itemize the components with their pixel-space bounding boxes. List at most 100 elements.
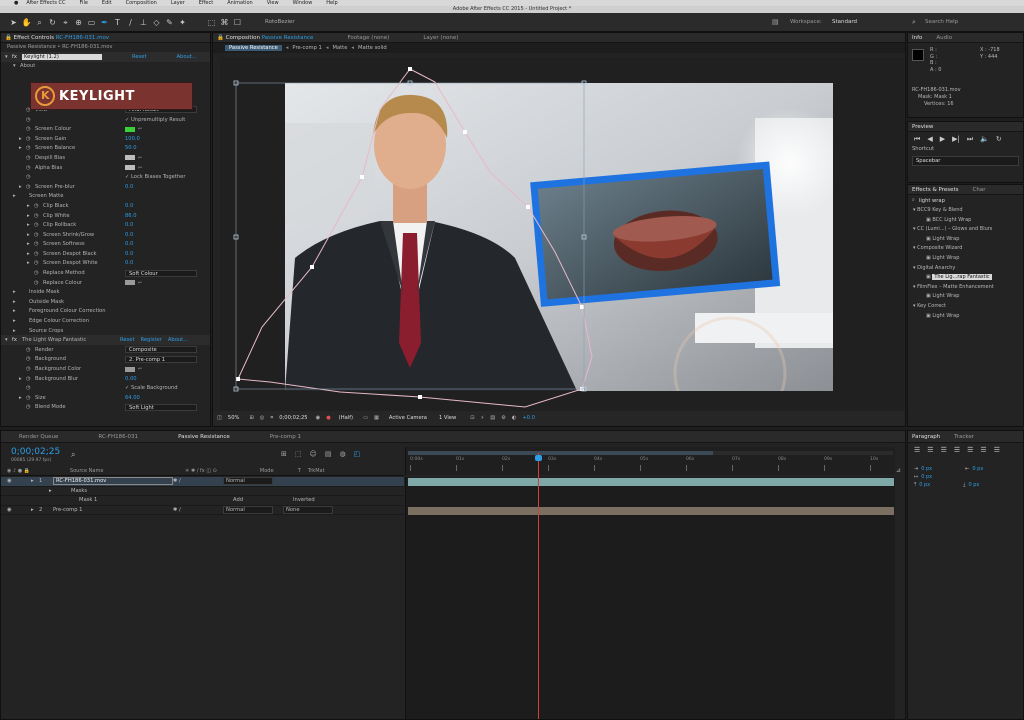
param-size[interactable]: ▸ ◷ Size 64.00 — [1, 393, 210, 403]
stopwatch-icon[interactable]: ◷ — [34, 213, 43, 219]
frame-blending-icon[interactable]: ▤ — [325, 450, 332, 458]
lightwrap-about-link[interactable]: About... — [168, 337, 188, 343]
disclosure-triangle-icon[interactable]: ▸ — [19, 395, 26, 401]
param-replace-colour[interactable]: ◷ Replace Colour ⌐ — [1, 278, 210, 288]
disclosure-triangle-icon[interactable]: ▸ — [27, 241, 34, 247]
header-t[interactable]: T — [298, 468, 308, 474]
lightwrap-register-link[interactable]: Register — [141, 337, 162, 343]
param-value[interactable]: 0.0 — [125, 222, 133, 228]
layer-bar-2[interactable] — [408, 507, 894, 515]
param-dropdown[interactable]: 2. Pre-comp 1 — [125, 355, 197, 363]
header-mode[interactable]: Mode — [260, 468, 298, 474]
stopwatch-icon[interactable]: ◷ — [26, 404, 35, 410]
eraser-tool-icon[interactable]: ◇ — [151, 17, 162, 28]
effects-item[interactable]: ▣ BCC Light Wrap — [908, 216, 1023, 226]
disclosure-triangle-icon[interactable]: ▸ — [13, 308, 20, 314]
param-checkbox[interactable]: ✓ Lock Biases Together — [125, 174, 186, 180]
flowchart-icon[interactable]: ⚙ — [501, 415, 506, 421]
pan-behind-tool-icon[interactable]: ⊕ — [73, 17, 84, 28]
text-tool-icon[interactable]: T — [112, 17, 123, 28]
effects-search-input[interactable]: light wrap — [919, 198, 945, 204]
disclosure-triangle-icon[interactable]: ▸ — [19, 145, 26, 151]
stopwatch-icon[interactable]: ◷ — [34, 251, 43, 257]
layer-trkmat-select[interactable]: Inverted — [293, 497, 343, 503]
last-frame-icon[interactable]: ⏭ — [967, 135, 973, 144]
stopwatch-icon[interactable]: ◷ — [26, 117, 35, 123]
indent-left-value[interactable]: 0 px — [921, 465, 965, 473]
tab-preview[interactable]: Preview — [912, 124, 933, 130]
layer-row[interactable]: Mask 1 Add Inverted — [1, 496, 404, 506]
layer-name[interactable]: RC-FH186-031.mov — [53, 477, 173, 486]
roi-icon[interactable]: ▭ — [363, 415, 368, 421]
effects-item[interactable]: ▣ Light Wrap — [908, 312, 1023, 322]
disclosure-triangle-icon[interactable]: ▸ — [27, 203, 34, 209]
zoom-slider[interactable]: ⊿ — [896, 467, 905, 487]
param-dropdown[interactable]: Composite — [125, 346, 197, 354]
param-value[interactable]: 0.0 — [125, 203, 133, 209]
param-replace-method[interactable]: ◷ Replace Method Soft Colour — [1, 268, 210, 278]
draft-3d-icon[interactable]: ⬚ — [295, 450, 302, 458]
stopwatch-icon[interactable]: ◷ — [34, 280, 43, 286]
param-blend-mode[interactable]: ◷ Blend Mode Soft Light — [1, 403, 210, 413]
rotate-tool-icon[interactable]: ↻ — [47, 17, 58, 28]
space-after-value[interactable]: 0 px — [968, 481, 979, 489]
tab-footage[interactable]: Footage (none) — [347, 35, 389, 41]
stopwatch-icon[interactable]: ◷ — [26, 145, 35, 151]
param-screen-colour[interactable]: ◷ Screen Colour ⌐ — [1, 124, 210, 134]
mask-path-overlay[interactable] — [220, 57, 904, 411]
layer-row[interactable]: ◉ ▸ 2 Pre-comp 1 ✱ ∕ Normal None — [1, 506, 404, 516]
disclosure-triangle-icon[interactable]: ▸ — [27, 260, 34, 266]
effects-category[interactable]: ▾ Digital Anarchy — [908, 264, 1023, 274]
param-value[interactable]: 50.0 — [125, 145, 137, 151]
color-swatch[interactable] — [125, 366, 135, 372]
tab-precomp-1[interactable]: Pre-comp 1 — [270, 434, 301, 440]
justify-all-icon[interactable]: ☰ — [994, 446, 1000, 454]
justify-right-icon[interactable]: ☰ — [980, 446, 986, 454]
tab-tracker[interactable]: Tracker — [954, 434, 974, 440]
layer-row[interactable]: ▸ Masks — [1, 487, 404, 497]
param-screen-shrink-grow[interactable]: ▸ ◷ Screen Shrink/Grow 0.0 — [1, 230, 210, 240]
layer-switches-icon[interactable]: ✱ ∕ — [173, 507, 223, 513]
tab-info[interactable]: Info — [912, 35, 922, 41]
pixel-aspect-icon[interactable]: ⊡ — [470, 415, 474, 421]
tab-passive-resistance[interactable]: Passive Resistance — [178, 434, 230, 440]
transparency-icon[interactable]: ▦ — [374, 415, 379, 421]
disclosure-triangle-icon[interactable]: ▸ — [19, 376, 26, 382]
world-axis-icon[interactable]: ⌘ — [219, 17, 230, 28]
keylight-header[interactable]: ▾ fx Keylight (1.2) Reset About... — [1, 52, 210, 62]
stopwatch-icon[interactable]: ◷ — [34, 270, 43, 276]
disclosure-triangle-icon[interactable]: ▸ — [19, 136, 26, 142]
hand-tool-icon[interactable]: ✋ — [21, 17, 32, 28]
param-value[interactable]: 100.0 — [125, 136, 140, 142]
stopwatch-icon[interactable]: ◷ — [26, 385, 35, 391]
param-unpremultiply-result[interactable]: ◷ ✓ Unpremultiply Result — [1, 115, 210, 125]
param-checkbox[interactable]: ✓ Unpremultiply Result — [125, 117, 185, 123]
playhead-handle[interactable] — [535, 455, 542, 461]
param-value[interactable]: 64.00 — [125, 395, 140, 401]
tab-render-queue[interactable]: Render Queue — [19, 434, 58, 440]
disclosure-triangle-icon[interactable]: ▸ — [49, 488, 57, 494]
snapshot-icon[interactable]: ⌗ — [270, 415, 273, 422]
mute-icon[interactable]: 🔈 — [980, 135, 989, 143]
color-swatch[interactable] — [125, 280, 135, 286]
stopwatch-icon[interactable]: ◷ — [34, 203, 43, 209]
disclosure-triangle-icon[interactable]: ▸ — [13, 318, 20, 324]
about-group[interactable]: ▾ About — [1, 62, 210, 72]
eyedropper-icon[interactable]: ⌐ — [138, 126, 142, 132]
zoom-select[interactable]: 50% — [228, 415, 240, 421]
param-value[interactable]: 0.0 — [125, 251, 133, 257]
param-screen-despot-black[interactable]: ▸ ◷ Screen Despot Black 0.0 — [1, 249, 210, 259]
stopwatch-icon[interactable]: ◷ — [34, 232, 43, 238]
layer-mode-select[interactable]: Add — [233, 497, 283, 503]
param-dropdown[interactable]: Soft Light — [125, 403, 197, 411]
safe-zones-icon[interactable]: ⊞ — [249, 415, 253, 421]
effects-category[interactable]: ▾ FilmFlex – Matte Enhancement — [908, 283, 1023, 293]
timeline-timecode[interactable]: 0;00;02;25 — [11, 447, 60, 457]
timeline-search-icon[interactable]: ⌕ — [71, 450, 75, 460]
disclosure-triangle-icon[interactable]: ▸ — [31, 507, 39, 513]
workspace-icon[interactable]: ▤ — [772, 18, 779, 26]
param-screen-matte[interactable]: ▸ Screen Matte — [1, 192, 210, 202]
flow-item-precomp[interactable]: Pre-comp 1 — [292, 45, 321, 51]
search-help-input[interactable]: Search Help — [925, 19, 958, 25]
param-value[interactable]: 0.0 — [125, 260, 133, 266]
